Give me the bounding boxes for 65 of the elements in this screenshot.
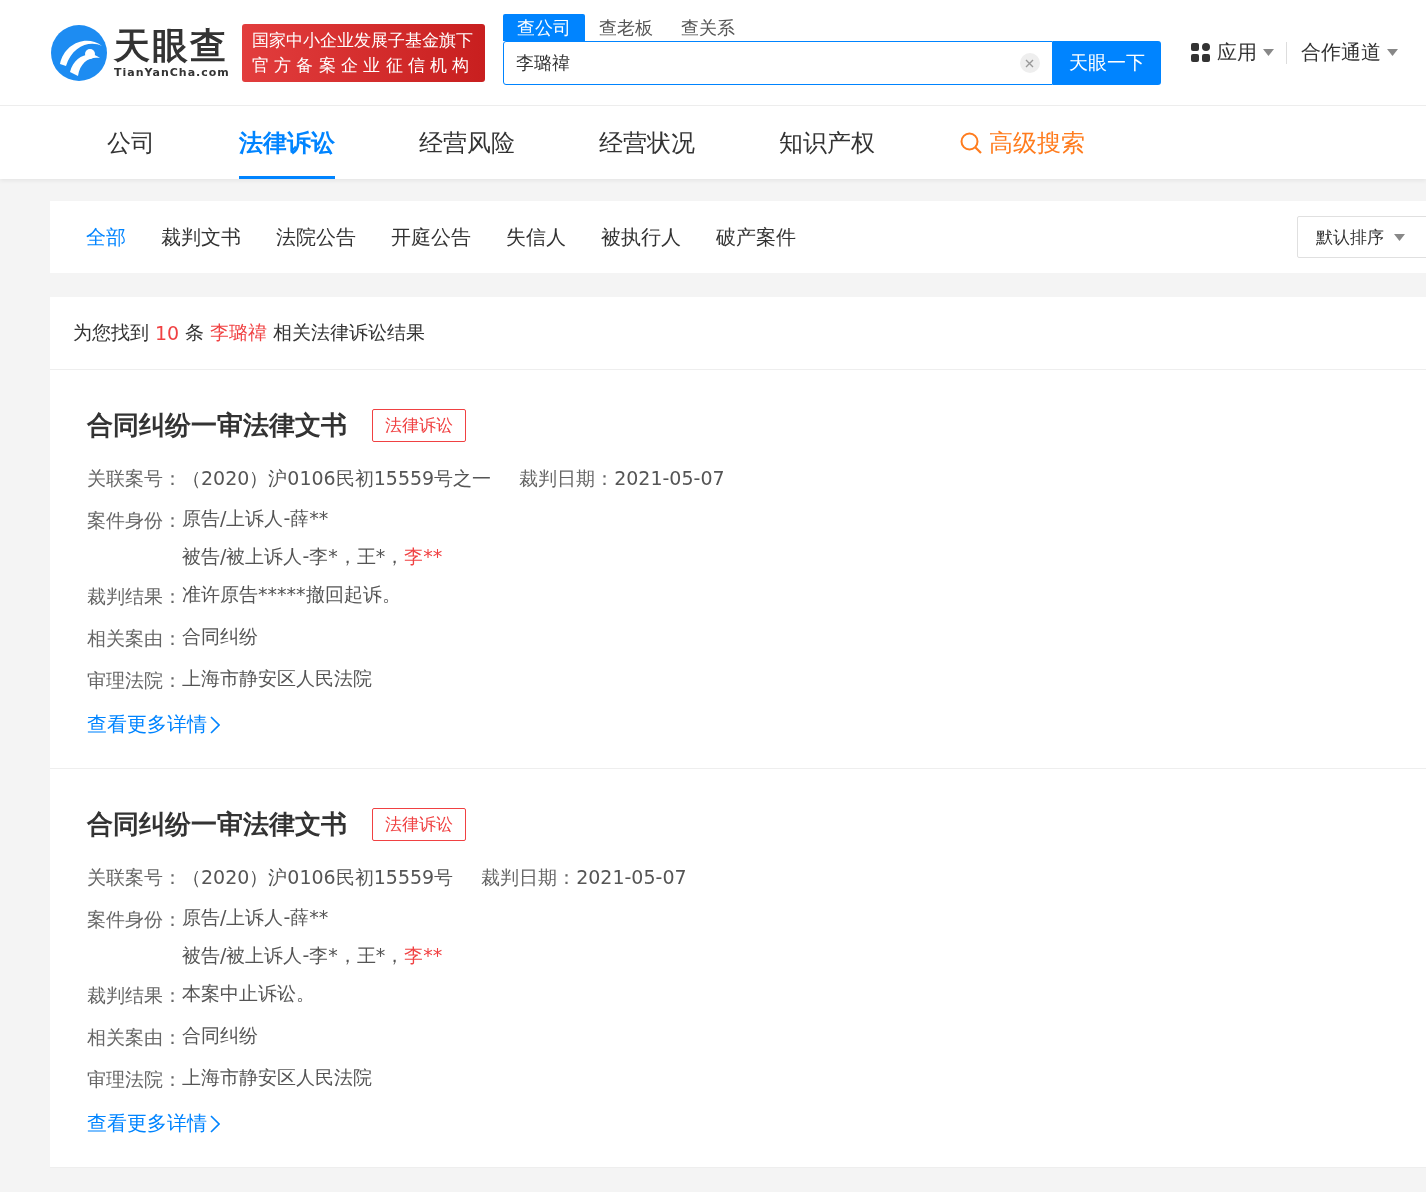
field-value: 合同纠纷	[182, 624, 258, 649]
field-label: 裁判日期：	[481, 865, 577, 890]
field-label: 裁判结果：	[87, 983, 182, 1008]
filter-tab[interactable]: 破产案件	[716, 223, 796, 251]
field-value: 合同纠纷	[182, 1023, 258, 1048]
category-tag: 法律诉讼	[372, 808, 466, 841]
field-value: 原告/上诉人-薛**	[182, 905, 330, 930]
field-label: 案件身份：	[87, 907, 182, 932]
search-type-tab[interactable]: 查关系	[666, 14, 749, 41]
field-value: 2021-05-07	[576, 865, 687, 890]
field-value: （2020）沪0106民初15559号	[182, 865, 454, 890]
field-value: 本案中止诉讼。	[182, 981, 315, 1006]
details-link[interactable]: 查看更多详情	[87, 711, 220, 738]
nav-tab[interactable]: 知识产权	[779, 106, 875, 179]
filter-tab[interactable]: 裁判文书	[161, 223, 241, 251]
logo-icon	[50, 23, 108, 82]
logo-domain: TianYanCha.com	[114, 66, 230, 79]
clear-icon[interactable]	[1019, 53, 1040, 73]
field-value: 上海市静安区人民法院	[182, 666, 372, 691]
caret-icon	[1394, 233, 1405, 241]
search-field[interactable]: 李璐禕	[502, 41, 1053, 85]
search-icon	[959, 130, 983, 155]
field-value: 被告/被上诉人-李*，王*，李**	[182, 943, 443, 968]
search-type-tab[interactable]: 查公司	[502, 14, 585, 41]
result-summary: 为您找到 10 条 李璐禕 相关法律诉讼结果	[50, 297, 1426, 370]
field-label: 相关案由：	[87, 626, 182, 651]
field-value: 原告/上诉人-薛**	[182, 506, 330, 531]
search-button[interactable]: 天眼一下	[1052, 41, 1161, 85]
field-label: 案件身份：	[87, 508, 182, 533]
field-label: 审理法院：	[87, 668, 182, 693]
nav-tab[interactable]: 公司	[107, 106, 155, 179]
field-value: 准许原告*****撤回起诉。	[182, 582, 401, 607]
field-value: 上海市静安区人民法院	[182, 1065, 372, 1090]
field-value: 2021-05-07	[614, 466, 725, 491]
details-link[interactable]: 查看更多详情	[87, 1110, 220, 1137]
caret-icon	[1262, 49, 1274, 56]
case-title: 合同纠纷一审法律文书	[87, 409, 347, 442]
certification-banner: 国家中小企业发展子基金旗下 官方备案企业征信机构	[241, 23, 485, 82]
field-label: 相关案由：	[87, 1025, 182, 1050]
sort-dropdown[interactable]: 默认排序	[1297, 216, 1426, 258]
filter-tab[interactable]: 开庭公告	[391, 223, 471, 251]
search-type-tab[interactable]: 查老板	[584, 14, 667, 41]
caret-icon	[1386, 49, 1398, 56]
chevron-right-icon	[210, 1114, 220, 1133]
apps-icon	[1190, 42, 1211, 63]
filter-tab[interactable]: 全部	[86, 223, 126, 251]
nav-tab[interactable]: 经营状况	[599, 106, 695, 179]
category-tag: 法律诉讼	[372, 409, 466, 442]
case-title: 合同纠纷一审法律文书	[87, 808, 347, 841]
menu-item[interactable]: 合作通道	[1300, 39, 1410, 66]
chevron-right-icon	[210, 715, 220, 734]
field-label: 裁判结果：	[87, 584, 182, 609]
logo-name: 天眼查	[114, 26, 229, 66]
field-value: 被告/被上诉人-李*，王*，李**	[182, 544, 443, 569]
nav-tab[interactable]: 经营风险	[419, 106, 515, 179]
field-label: 关联案号：	[87, 466, 182, 491]
field-value: （2020）沪0106民初15559号之一	[182, 466, 492, 491]
field-label: 裁判日期：	[519, 466, 615, 491]
filter-tab[interactable]: 失信人	[506, 223, 566, 251]
menu-item[interactable]: 应用	[1190, 39, 1286, 66]
filter-tab[interactable]: 被执行人	[601, 223, 681, 251]
nav-tab[interactable]: 法律诉讼	[239, 106, 335, 179]
field-label: 审理法院：	[87, 1067, 182, 1092]
filter-tab[interactable]: 法院公告	[276, 223, 356, 251]
field-label: 关联案号：	[87, 865, 182, 890]
